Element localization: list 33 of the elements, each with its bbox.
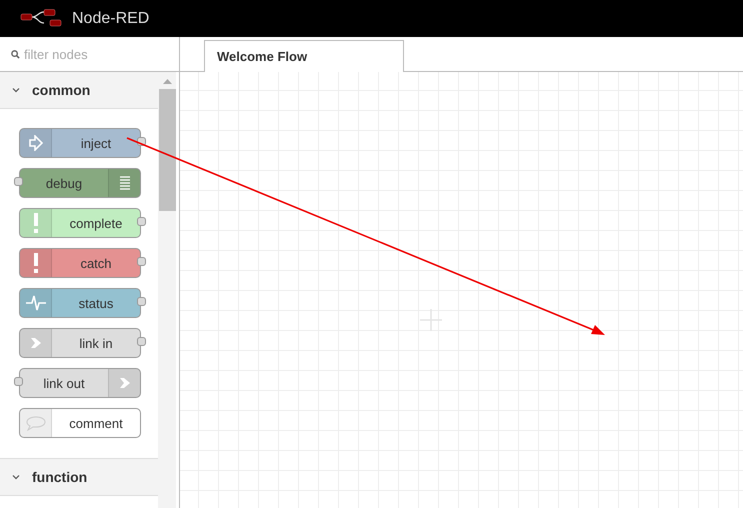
category-header[interactable]: function bbox=[0, 459, 158, 496]
palette-node[interactable]: link out bbox=[19, 368, 141, 398]
scrollbar[interactable] bbox=[158, 72, 176, 508]
link-icon bbox=[20, 329, 52, 357]
app-title: Node-RED bbox=[72, 10, 150, 28]
chevron-icon bbox=[12, 87, 20, 93]
flow-tab[interactable]: Welcome Flow bbox=[204, 40, 404, 72]
link-icon bbox=[108, 369, 140, 397]
palette-node[interactable]: complete bbox=[19, 208, 141, 238]
exclamation-icon bbox=[20, 209, 52, 237]
output-port bbox=[137, 257, 146, 266]
palette-node[interactable]: comment bbox=[19, 408, 141, 438]
input-port bbox=[14, 377, 23, 386]
category-header[interactable]: common bbox=[0, 72, 158, 109]
output-port bbox=[137, 337, 146, 346]
crosshair-icon bbox=[420, 309, 442, 331]
scroll-up-icon[interactable] bbox=[162, 78, 172, 84]
pulse-icon bbox=[20, 289, 52, 317]
palette-node[interactable]: debug bbox=[19, 168, 141, 198]
flow-canvas[interactable] bbox=[180, 72, 743, 508]
palette-node[interactable]: status bbox=[19, 288, 141, 318]
exclamation-icon bbox=[20, 249, 52, 277]
input-port bbox=[14, 177, 23, 186]
palette-node[interactable]: link in bbox=[19, 328, 141, 358]
logo-icon bbox=[20, 8, 64, 28]
palette-node[interactable]: catch bbox=[19, 248, 141, 278]
speech-bubble-icon bbox=[20, 409, 52, 437]
palette-node[interactable]: inject bbox=[19, 128, 141, 158]
output-port bbox=[137, 217, 146, 226]
output-port bbox=[137, 297, 146, 306]
search-icon bbox=[11, 50, 20, 58]
list-icon bbox=[108, 169, 140, 197]
chevron-icon bbox=[12, 474, 20, 480]
